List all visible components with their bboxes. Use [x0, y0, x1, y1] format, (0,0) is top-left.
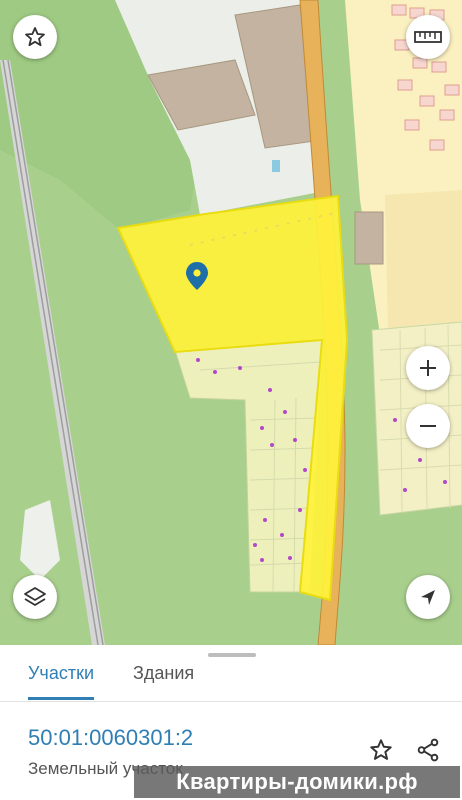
zoom-in-button[interactable]: [406, 346, 450, 390]
tab-parcels[interactable]: Участки: [28, 661, 94, 700]
favorite-button[interactable]: [13, 15, 57, 59]
favorite-parcel-button[interactable]: [364, 733, 398, 767]
minus-icon: [420, 425, 436, 427]
tab-buildings[interactable]: Здания: [133, 661, 194, 697]
cadastral-number-link[interactable]: 50:01:0060301:2: [28, 725, 193, 751]
map-view[interactable]: [0, 0, 462, 645]
tab-bar: Участки Здания: [0, 661, 462, 701]
ruler-icon: [414, 31, 442, 43]
drag-handle[interactable]: [208, 653, 256, 657]
map-canvas[interactable]: [0, 0, 462, 645]
watermark: Квартиры-домики.рф: [134, 766, 460, 798]
share-button[interactable]: [411, 733, 445, 767]
navigation-arrow-icon: [421, 590, 435, 605]
share-icon: [417, 738, 439, 762]
star-outline-icon: [370, 739, 392, 760]
plus-icon: [420, 360, 436, 376]
divider: [0, 701, 462, 702]
layers-icon: [24, 587, 46, 606]
star-outline-icon: [25, 27, 45, 47]
zoom-out-button[interactable]: [406, 404, 450, 448]
layers-button[interactable]: [13, 575, 57, 619]
my-location-button[interactable]: [406, 575, 450, 619]
ruler-button[interactable]: [406, 15, 450, 59]
